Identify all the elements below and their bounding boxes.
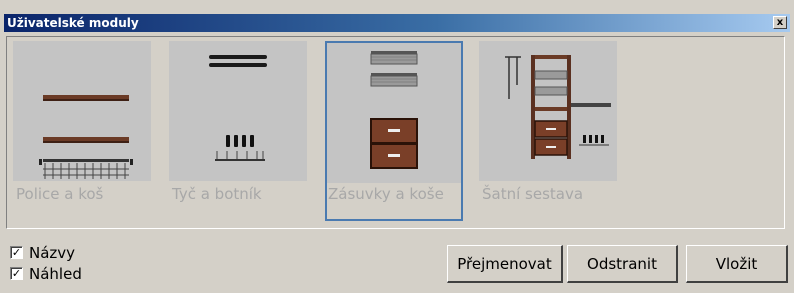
remove-button[interactable]: Odstranit xyxy=(567,245,678,283)
user-modules-dialog: Uživatelské moduly x Police a koš Tyč a … xyxy=(0,0,794,293)
module-label: Zásuvky a koše xyxy=(328,185,444,203)
module-item-rod-and-shoe-rack[interactable]: Tyč a botník xyxy=(169,41,307,221)
insert-button[interactable]: Vložit xyxy=(686,245,788,283)
preview-option[interactable]: ✓ Náhled xyxy=(10,263,82,284)
checkmark-icon: ✓ xyxy=(11,267,22,280)
shelf-and-basket-thumbnail xyxy=(13,41,151,181)
module-item-shelf-and-basket[interactable]: Police a koš xyxy=(13,41,151,221)
rod-and-shoe-rack-thumbnail xyxy=(169,41,307,181)
checkmark-icon: ✓ xyxy=(11,246,22,259)
names-label: Názvy xyxy=(29,243,76,262)
view-options: ✓ Názvy ✓ Náhled xyxy=(10,242,82,284)
rename-button[interactable]: Přejmenovat xyxy=(447,245,563,283)
drawers-and-baskets-thumbnail xyxy=(327,43,461,183)
close-icon: x xyxy=(776,17,784,28)
module-item-wardrobe-set[interactable]: Šatní sestava xyxy=(479,41,617,221)
module-list[interactable]: Police a koš Tyč a botník Zásuvky a koše… xyxy=(6,36,785,229)
module-item-drawers-and-baskets[interactable]: Zásuvky a koše xyxy=(325,41,463,221)
names-option[interactable]: ✓ Názvy xyxy=(10,242,82,263)
names-checkbox[interactable]: ✓ xyxy=(10,246,23,259)
wardrobe-set-thumbnail xyxy=(479,41,617,181)
close-button[interactable]: x xyxy=(773,16,787,29)
module-label: Tyč a botník xyxy=(172,185,262,203)
preview-checkbox[interactable]: ✓ xyxy=(10,267,23,280)
module-label: Šatní sestava xyxy=(482,185,584,203)
window-title: Uživatelské moduly xyxy=(7,16,139,30)
preview-label: Náhled xyxy=(29,264,82,283)
title-bar[interactable]: Uživatelské moduly x xyxy=(4,14,790,32)
module-label: Police a koš xyxy=(16,185,104,203)
